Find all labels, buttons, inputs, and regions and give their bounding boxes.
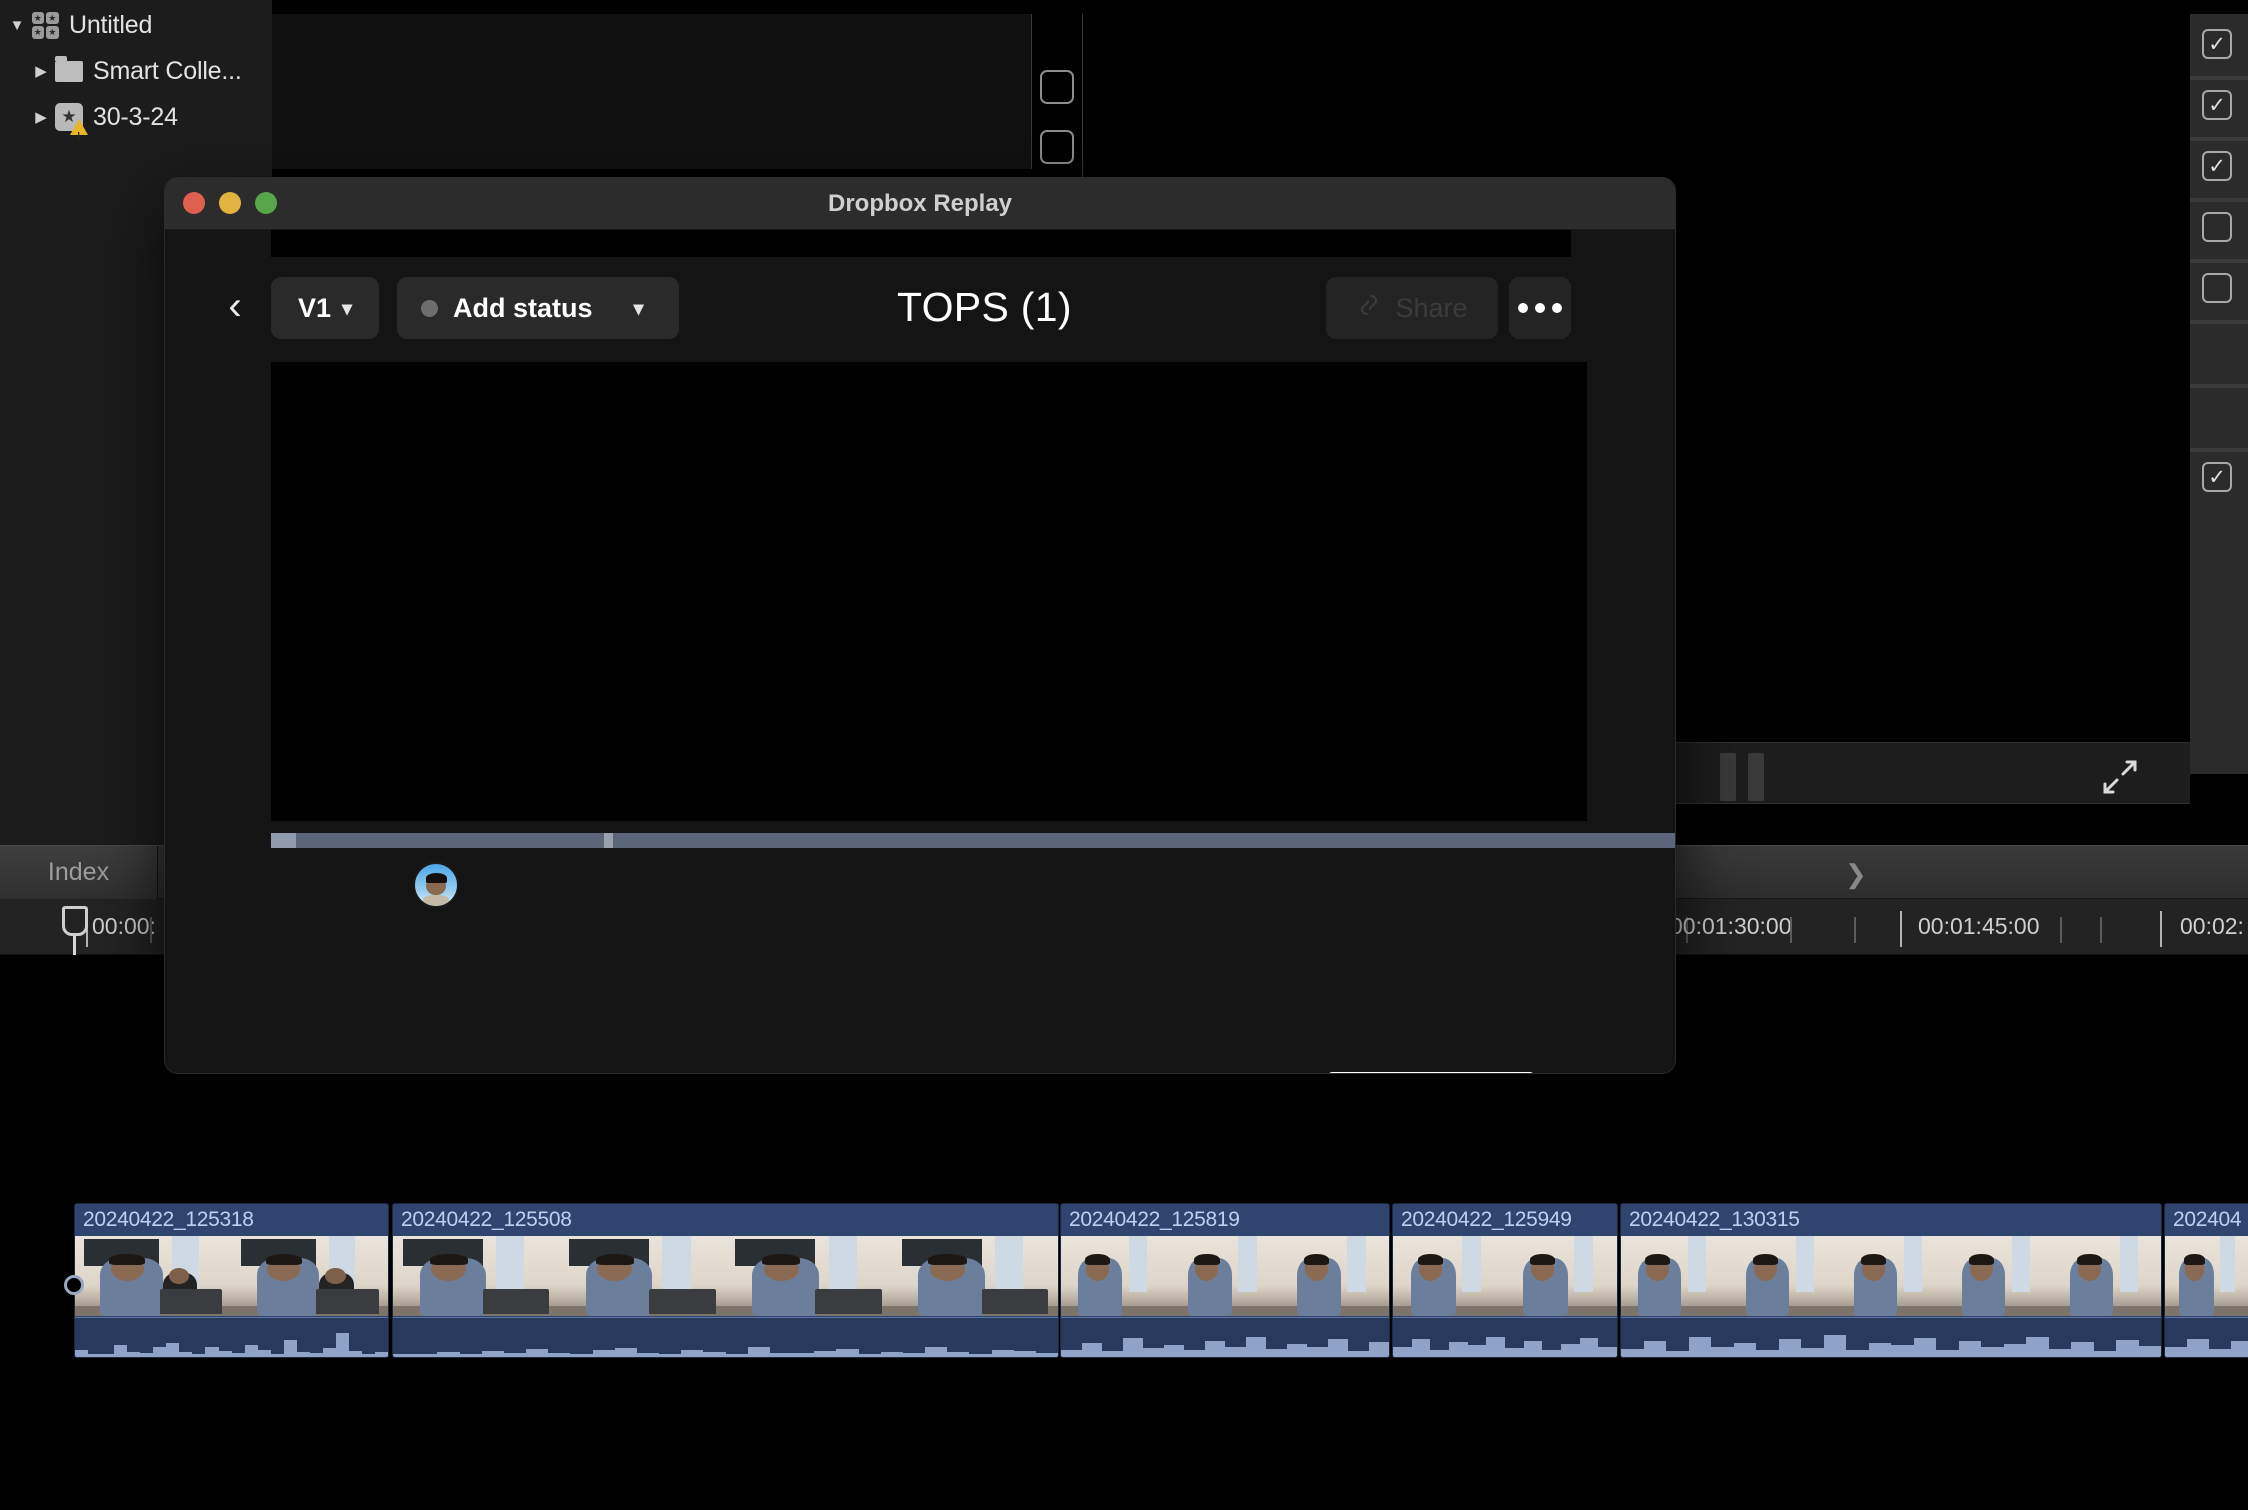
progress-buffered — [271, 833, 296, 848]
sidebar-item-label: 30-3-24 — [93, 102, 178, 131]
version-label: V1 — [297, 292, 331, 323]
inspector-checkbox-checked[interactable]: ✓ — [2202, 29, 2232, 59]
chevron-right-icon[interactable]: ❯ — [1845, 859, 1867, 890]
nle-top-strip — [0, 0, 2248, 14]
playhead-handle[interactable] — [62, 906, 88, 936]
ruler-tick-label: 00:02: — [2180, 913, 2244, 939]
clip-name-label: 20240422_125318 — [83, 1208, 254, 1231]
folder-icon — [52, 55, 86, 86]
commenter-avatar[interactable] — [413, 862, 459, 908]
version-selector[interactable]: V1 ▾ — [271, 277, 379, 339]
window-titlebar[interactable]: Dropbox Replay — [165, 178, 1675, 230]
replay-toolbar: ‹ V1 ▾ Add status ▾ TOPS (1) Share — [165, 257, 1675, 362]
clip-audio-waveform — [75, 1317, 388, 1357]
clip-audio-waveform — [1393, 1317, 1617, 1357]
replay-body: ‹ V1 ▾ Add status ▾ TOPS (1) Share — [165, 230, 1675, 1073]
add-status-label: Add status — [453, 292, 593, 323]
more-options-button[interactable] — [1509, 277, 1571, 339]
chevron-down-icon: ▾ — [633, 297, 644, 320]
app-root: ▼ ★★★★ Untitled ▶ Smart Colle... ▶ ★ 30-… — [0, 0, 2248, 1510]
clip-trim-handle[interactable] — [64, 1275, 84, 1295]
clip-name-label: 20240422_130315 — [1629, 1208, 1800, 1231]
clip-audio-waveform — [1061, 1317, 1389, 1357]
inspector-checkbox-checked[interactable]: ✓ — [2202, 462, 2232, 492]
inspector-checkbox-unchecked[interactable] — [2202, 212, 2232, 242]
sidebar-item-label: Untitled — [69, 10, 153, 39]
tab-index[interactable]: Index — [0, 846, 158, 899]
ruler-tick-label: 00:01:45:00 — [1918, 913, 2040, 939]
disclosure-triangle-closed-icon[interactable]: ▶ — [30, 108, 52, 126]
nle-inspector-rail: ✓ ✓ ✓ ✓ — [2190, 14, 2248, 774]
clip-audio-waveform — [2165, 1317, 2248, 1357]
clip-name-label: 20240422_125508 — [401, 1208, 572, 1231]
ruler-tick-label: 00:00: — [92, 913, 156, 939]
browser-checkbox[interactable] — [1040, 70, 1074, 104]
timeline-clip[interactable]: 20240422_125819 — [1060, 1203, 1390, 1358]
status-dot-icon — [421, 299, 438, 317]
progress-marker — [604, 833, 613, 848]
timeline-clip[interactable]: 20240422_125949 — [1392, 1203, 1618, 1358]
window-title: Dropbox Replay — [827, 190, 1013, 217]
nle-media-browser[interactable] — [272, 14, 1032, 169]
link-playhead-tooltip: Link Playhead — [1328, 1072, 1534, 1073]
browser-checkbox[interactable] — [1040, 130, 1074, 164]
timeline-clip[interactable]: 20240422_130315 — [1620, 1203, 2162, 1358]
ruler-tick-label: 00:01:30:00 — [1670, 913, 1792, 939]
inspector-checkbox-checked[interactable]: ✓ — [2202, 90, 2232, 120]
timeline-clip[interactable]: 202404 — [2164, 1203, 2248, 1358]
share-button[interactable]: Share — [1326, 277, 1498, 339]
link-chain-icon — [1356, 292, 1382, 325]
smart-collection-warning-icon: ★ — [52, 102, 88, 151]
share-label: Share — [1395, 292, 1468, 323]
tab-index-label: Index — [47, 858, 110, 886]
video-player-stage[interactable] — [271, 362, 1587, 821]
timeline-clip[interactable]: 20240422_125508 — [392, 1203, 1059, 1358]
pause-icon[interactable] — [1720, 753, 1774, 801]
fullscreen-expand-icon[interactable] — [2100, 757, 2140, 797]
back-button[interactable]: ‹ — [213, 284, 257, 332]
sidebar-item-untitled[interactable]: ▼ ★ ★ ★ ★ Untitled — [0, 2, 272, 48]
playback-progress-bar[interactable] — [271, 833, 1675, 848]
star-grid-icon: ★ ★ ★ ★ — [28, 10, 62, 40]
sidebar-item-30-3-24[interactable]: ▶ ★ 30-3-24 — [0, 94, 272, 152]
clip-audio-waveform — [393, 1317, 1058, 1357]
disclosure-triangle-open-icon[interactable]: ▼ — [6, 17, 28, 34]
inspector-checkbox-unchecked[interactable] — [2202, 273, 2232, 303]
video-top-strip — [271, 230, 1571, 257]
file-title: TOPS (1) — [897, 284, 1072, 330]
clip-name-label: 20240422_125819 — [1069, 1208, 1240, 1231]
sidebar-item-smart-collections[interactable]: ▶ Smart Colle... — [0, 48, 272, 94]
sidebar-item-label: Smart Colle... — [93, 56, 242, 85]
add-status-button[interactable]: Add status ▾ — [397, 277, 679, 339]
timeline-clip[interactable]: 20240422_125318 — [74, 1203, 389, 1358]
inspector-checkbox-checked[interactable]: ✓ — [2202, 151, 2232, 181]
dropbox-replay-window[interactable]: Dropbox Replay ‹ V1 ▾ Add status ▾ TOPS … — [164, 177, 1676, 1074]
clip-name-label: 20240422_125949 — [1401, 1208, 1572, 1231]
clip-name-label: 202404 — [2173, 1208, 2242, 1231]
chevron-down-icon: ▾ — [341, 297, 353, 320]
clip-audio-waveform — [1621, 1317, 2161, 1357]
disclosure-triangle-closed-icon[interactable]: ▶ — [30, 62, 52, 80]
